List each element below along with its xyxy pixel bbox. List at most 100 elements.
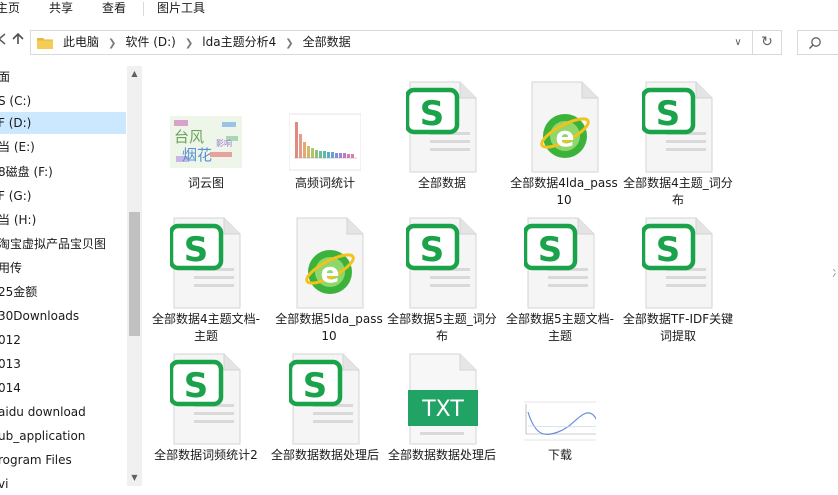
sidebar-item-folder[interactable]: 012 bbox=[0, 329, 126, 351]
wordcloud-word: 影响 bbox=[216, 138, 232, 148]
file-name: 全部数据4lda_pass10 bbox=[510, 176, 618, 207]
file-item-spreadsheet[interactable]: S 全部数据 bbox=[392, 76, 492, 204]
file-name: 全部数据TF-IDF关键词提取 bbox=[622, 312, 734, 343]
txt-file-icon: TXT bbox=[408, 352, 478, 446]
scroll-down-icon[interactable]: ▼ bbox=[127, 470, 142, 486]
file-item-html[interactable]: e 全部数据5lda_pass10 bbox=[275, 212, 383, 343]
ribbon-tabs: 主页 共享 查看 图片工具 bbox=[0, 0, 838, 19]
file-name: 全部数据4主题文档-主题 bbox=[152, 312, 260, 343]
sidebar-item-drive-e[interactable]: 当 (E:) bbox=[0, 136, 126, 158]
sidebar-item-folder[interactable]: 用传 bbox=[0, 257, 126, 279]
file-item-text[interactable]: TXT 全部数据数据处理后 bbox=[388, 348, 496, 476]
wps-spreadsheet-icon: S bbox=[406, 216, 478, 310]
sidebar-item-folder[interactable]: 013 bbox=[0, 353, 126, 375]
file-item-spreadsheet[interactable]: S 全部数据5主题文档-主题 bbox=[506, 212, 614, 343]
wps-letter: S bbox=[184, 366, 209, 406]
breadcrumb: 此电脑 ❯ 软件 (D:) ❯ lda主题分析4 ❯ 全部数据 bbox=[61, 31, 353, 54]
up-arrow-icon[interactable] bbox=[8, 32, 28, 54]
ie-html-icon: e bbox=[528, 80, 600, 174]
file-name: 高频词统计 bbox=[294, 176, 355, 190]
file-name: 全部数据5lda_pass10 bbox=[275, 312, 383, 343]
tab-view[interactable]: 查看 bbox=[98, 0, 130, 18]
search-box[interactable] bbox=[797, 30, 838, 55]
sidebar-item-folder[interactable]: vi bbox=[0, 473, 126, 495]
address-bar[interactable]: 此电脑 ❯ 软件 (D:) ❯ lda主题分析4 ❯ 全部数据 ∨ ↻ bbox=[30, 30, 782, 55]
wps-letter: S bbox=[420, 94, 445, 134]
sidebar-item-folder[interactable]: 25金额 bbox=[0, 281, 126, 303]
file-item-wordcloud[interactable]: 台风 烟花 影响 词云图 bbox=[156, 76, 256, 204]
file-item-spreadsheet[interactable]: S 全部数据5主题_词分布 bbox=[387, 212, 497, 343]
file-list: 台风 烟花 影响 词云图 高频词统计 S 全部数据 e 全部数据4lda_pas… bbox=[142, 66, 838, 486]
chevron-down-icon[interactable]: ∨ bbox=[729, 31, 747, 54]
sidebar-item-drive-d[interactable]: F (D:) bbox=[0, 112, 126, 134]
file-item-spreadsheet[interactable]: S 全部数据数据处理后 bbox=[271, 348, 379, 476]
navigation-toolbar: 此电脑 ❯ 软件 (D:) ❯ lda主题分析4 ❯ 全部数据 ∨ ↻ bbox=[0, 18, 838, 66]
crumb-current-folder[interactable]: 全部数据 bbox=[301, 31, 353, 54]
sidebar-item-folder[interactable]: 014 bbox=[0, 377, 126, 399]
scroll-up-icon[interactable]: ▲ bbox=[127, 66, 142, 82]
wordcloud-word: 烟花 bbox=[182, 146, 212, 164]
file-name: 全部数据 bbox=[417, 176, 466, 190]
ie-letter: e bbox=[556, 120, 575, 153]
file-item-spreadsheet[interactable]: S 全部数据词频统计2 bbox=[154, 348, 258, 476]
crumb-lda-folder[interactable]: lda主题分析4 bbox=[200, 31, 278, 54]
file-name: 全部数据词频统计2 bbox=[154, 448, 258, 462]
file-name: 全部数据5主题_词分布 bbox=[387, 312, 497, 343]
file-name: 全部数据数据处理后 bbox=[387, 448, 496, 462]
file-item-html[interactable]: e 全部数据4lda_pass10 bbox=[510, 76, 618, 207]
crumb-drive-d[interactable]: 软件 (D:) bbox=[123, 31, 177, 54]
sidebar-item-folder[interactable]: aidu download bbox=[0, 401, 126, 423]
wps-letter: S bbox=[656, 94, 681, 134]
search-icon[interactable] bbox=[808, 36, 822, 50]
tab-share[interactable]: 共享 bbox=[45, 0, 77, 18]
wps-letter: S bbox=[184, 230, 209, 270]
tab-picture-tools[interactable]: 图片工具 bbox=[153, 0, 209, 18]
sidebar-scrollbar[interactable]: ▲ ▼ bbox=[127, 66, 142, 486]
sidebar-item-drive-f[interactable]: 8磁盘 (F:) bbox=[0, 161, 126, 183]
wordcloud-word: 台风 bbox=[174, 128, 204, 146]
file-item-spreadsheet[interactable]: S 全部数据4主题_词分布 bbox=[623, 76, 733, 207]
wps-spreadsheet-icon: S bbox=[406, 80, 478, 174]
wps-spreadsheet-icon: S bbox=[170, 352, 242, 446]
file-name: 全部数据5主题文档-主题 bbox=[506, 312, 614, 343]
file-name: 全部数据数据处理后 bbox=[270, 448, 379, 462]
file-name: 全部数据4主题_词分布 bbox=[623, 176, 733, 207]
file-name: 词云图 bbox=[187, 176, 224, 190]
file-name: 下载 bbox=[547, 448, 572, 462]
sidebar-item-drive-h[interactable]: 当 (H:) bbox=[0, 209, 126, 231]
chart-thumbnail-icon bbox=[289, 113, 361, 171]
wps-spreadsheet-icon: S bbox=[170, 216, 242, 310]
sidebar-item-folder[interactable]: 30Downloads bbox=[0, 305, 126, 327]
sidebar-item-drive-g[interactable]: F (G:) bbox=[0, 185, 126, 207]
wps-spreadsheet-icon: S bbox=[642, 80, 714, 174]
ie-letter: e bbox=[321, 256, 340, 289]
ie-html-icon: e bbox=[293, 216, 365, 310]
file-item-spreadsheet[interactable]: S 全部数据TF-IDF关键词提取 bbox=[623, 212, 733, 343]
wps-spreadsheet-icon: S bbox=[524, 216, 596, 310]
wps-spreadsheet-icon: S bbox=[642, 216, 714, 310]
refresh-icon[interactable]: ↻ bbox=[752, 31, 781, 54]
chevron-right-icon[interactable]: ❯ bbox=[178, 32, 200, 55]
crumb-this-pc[interactable]: 此电脑 bbox=[61, 31, 101, 54]
chevron-right-icon[interactable]: ❯ bbox=[101, 32, 123, 55]
wps-letter: S bbox=[303, 366, 328, 406]
sidebar-item-drive-c[interactable]: S (C:) bbox=[0, 90, 126, 112]
folder-icon bbox=[37, 38, 53, 49]
sidebar-item-folder[interactable]: 淘宝虚拟产品宝贝图 bbox=[0, 233, 126, 255]
ribbon-divider bbox=[143, 2, 144, 16]
wps-letter: S bbox=[656, 230, 681, 270]
sidebar-item-folder[interactable]: rogram Files bbox=[0, 449, 126, 471]
file-item-spreadsheet[interactable]: S 全部数据4主题文档-主题 bbox=[152, 212, 260, 343]
txt-badge: TXT bbox=[421, 397, 464, 422]
chevron-right-icon[interactable]: ❯ bbox=[278, 32, 300, 55]
scrollbar-thumb[interactable] bbox=[129, 212, 140, 336]
file-item-frequency-chart[interactable]: 高频词统计 bbox=[275, 76, 375, 204]
file-item-image[interactable]: 下载 bbox=[510, 348, 610, 476]
sidebar-item-desktop[interactable]: 面 bbox=[0, 66, 126, 88]
wps-letter: S bbox=[420, 230, 445, 270]
wps-spreadsheet-icon: S bbox=[289, 352, 361, 446]
sidebar-item-folder[interactable]: ub_application bbox=[0, 425, 126, 447]
tab-home[interactable]: 主页 bbox=[0, 0, 24, 18]
image-thumbnail-icon: 台风 烟花 影响 bbox=[170, 116, 242, 168]
details-pane-edge: 冫 bbox=[832, 269, 838, 280]
